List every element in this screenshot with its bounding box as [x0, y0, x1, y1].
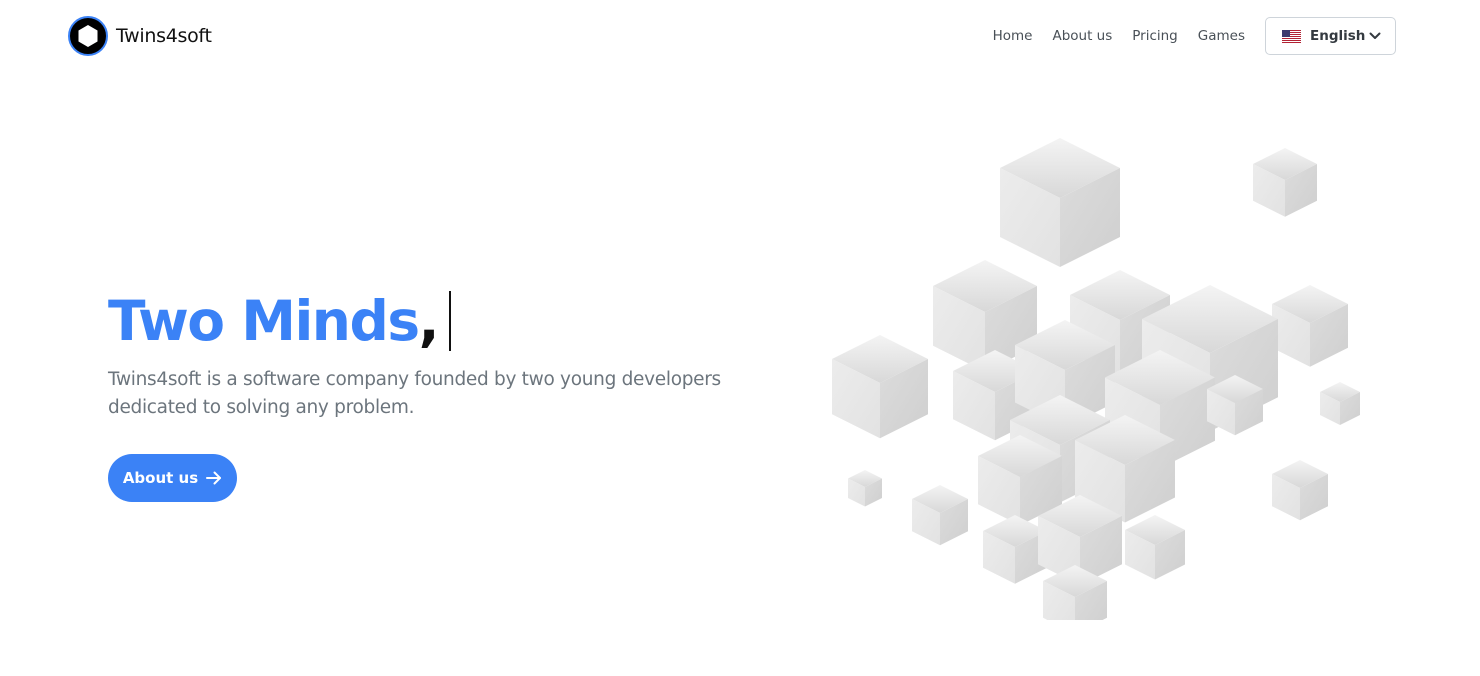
hero-title: Two Minds , — [108, 288, 452, 354]
arrow-right-icon — [206, 471, 222, 485]
nav-games[interactable]: Games — [1198, 17, 1245, 55]
cube-shape — [1125, 515, 1185, 580]
cube-shape — [912, 485, 968, 546]
top-navbar: Twins4soft Home About us Pricing Games E… — [0, 0, 1480, 72]
cubes-illustration — [832, 138, 1360, 620]
cube-shape — [1272, 285, 1348, 367]
cube-shape — [1272, 460, 1328, 521]
hero-title-text: Two Minds — [108, 289, 420, 353]
hero-title-comma: , — [418, 289, 440, 353]
nav-pricing[interactable]: Pricing — [1132, 17, 1178, 55]
brand-name: Twins4soft — [116, 25, 212, 47]
cube-shape — [1253, 148, 1317, 217]
cube-shape — [1000, 138, 1120, 267]
nav-about-us[interactable]: About us — [1052, 17, 1112, 55]
chevron-down-icon — [1369, 32, 1381, 39]
nav-home[interactable]: Home — [993, 17, 1033, 55]
brand-link[interactable]: Twins4soft — [68, 16, 212, 56]
about-us-button-label: About us — [122, 469, 199, 487]
about-us-button[interactable]: About us — [108, 454, 237, 502]
us-flag-icon — [1282, 29, 1301, 43]
language-select[interactable]: English — [1265, 17, 1396, 55]
typing-cursor — [449, 291, 452, 351]
cube-shape — [848, 470, 882, 507]
cube-shape — [1320, 382, 1360, 425]
language-label: English — [1310, 28, 1366, 44]
nav-menu: Home About us Pricing Games English — [993, 17, 1396, 55]
cube-shape — [832, 335, 928, 439]
hexagon-logo-icon — [68, 16, 108, 56]
hero-description: Twins4soft is a software company founded… — [108, 369, 721, 418]
cube-shape — [983, 515, 1047, 584]
